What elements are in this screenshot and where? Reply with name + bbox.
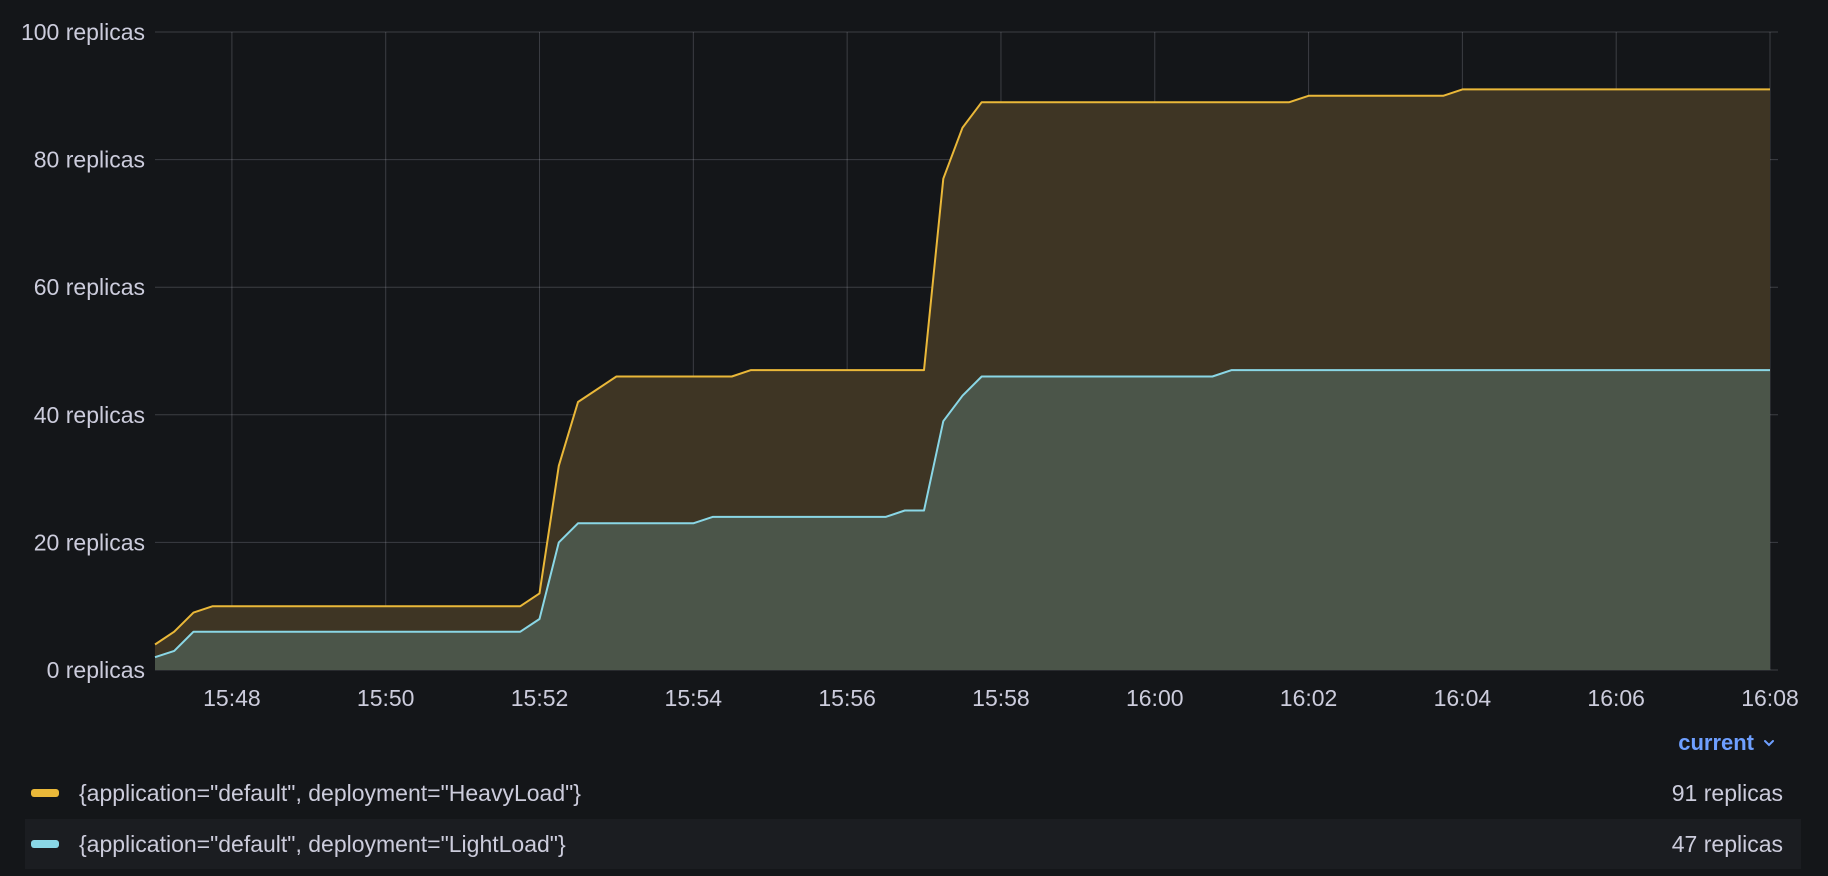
x-tick-label: 15:50 xyxy=(357,685,415,711)
legend-item-value: 91 replicas xyxy=(1671,779,1783,806)
x-tick-label: 15:54 xyxy=(665,685,723,711)
y-tick-label: 60 replicas xyxy=(34,274,145,300)
x-tick-label: 16:08 xyxy=(1741,685,1799,711)
legend-item-lightload[interactable]: {application="default", deployment="Ligh… xyxy=(25,819,1801,869)
legend-item-value: 47 replicas xyxy=(1671,830,1783,857)
x-tick-label: 15:48 xyxy=(203,685,261,711)
x-tick-label: 15:52 xyxy=(511,685,569,711)
legend-item-label: {application="default", deployment="Ligh… xyxy=(79,830,566,857)
y-tick-label: 80 replicas xyxy=(34,147,145,173)
x-tick-label: 16:02 xyxy=(1280,685,1338,711)
x-tick-label: 16:00 xyxy=(1126,685,1184,711)
y-tick-label: 100 replicas xyxy=(21,19,145,45)
x-tick-label: 16:06 xyxy=(1587,685,1645,711)
x-tick-label: 16:04 xyxy=(1434,685,1492,711)
y-tick-label: 0 replicas xyxy=(47,657,145,683)
legend-item-label: {application="default", deployment="Heav… xyxy=(79,779,581,806)
series-color-swatch xyxy=(31,789,59,797)
series-color-swatch xyxy=(31,840,59,848)
legend-sort-current[interactable]: current xyxy=(1678,730,1776,756)
chart-plot: 0 replicas 20 replicas 40 replicas 60 repli… xyxy=(21,19,1799,711)
x-tick-label: 15:58 xyxy=(972,685,1030,711)
y-tick-label: 20 replicas xyxy=(34,529,145,555)
legend-header-label: current xyxy=(1678,730,1754,755)
chevron-down-icon xyxy=(1764,740,1774,747)
x-tick-label: 15:56 xyxy=(818,685,876,711)
y-tick-label: 40 replicas xyxy=(34,402,145,428)
legend-item-heavyload[interactable]: {application="default", deployment="Heav… xyxy=(25,768,1801,818)
